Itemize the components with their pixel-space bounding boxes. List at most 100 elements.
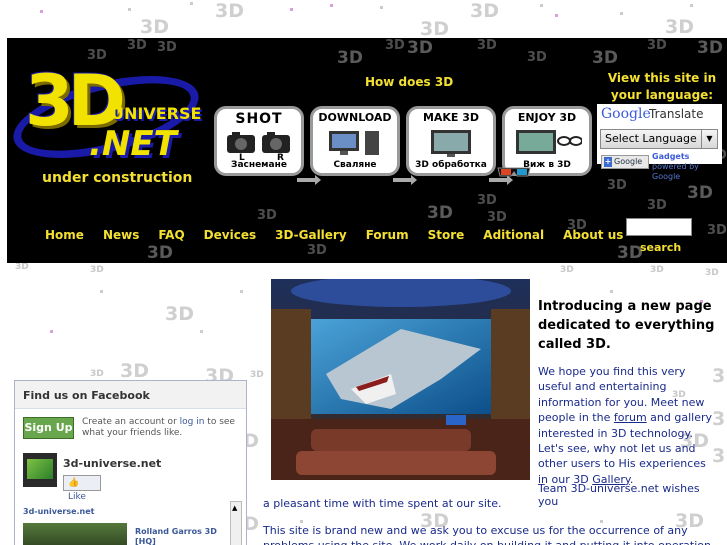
pattern-dot xyxy=(290,8,293,11)
add-gadget-label: Google xyxy=(614,157,643,166)
logo-universe: UNIVERSE xyxy=(111,104,202,123)
prompt-text: Create an account or xyxy=(82,417,180,427)
step-caption: Заснемане xyxy=(231,160,287,170)
nav-about-us[interactable]: About us xyxy=(563,228,623,242)
site-header: 3D 3D 3D 3D 3D 3D 3D 3D 3D 3D 3D 3D 3D 3D 3D 3D 3D 3D 3D 3D… xyxy=(7,38,727,263)
nav-aditional[interactable]: Aditional xyxy=(483,228,544,242)
watermark-3d: 3D xyxy=(250,370,264,380)
nav-3d-gallery[interactable]: 3D-Gallery xyxy=(275,228,347,242)
like-label: Like xyxy=(68,492,86,502)
pattern-dot xyxy=(190,2,193,5)
feed-scrollbar[interactable]: ▲ xyxy=(230,501,242,545)
watermark-3d: 3D xyxy=(165,303,194,325)
camera-pair-icon xyxy=(227,132,290,153)
facebook-login-link[interactable]: log in xyxy=(180,417,205,427)
pattern-dot xyxy=(610,290,613,293)
step-arrow xyxy=(393,175,417,185)
header-watermark-3d: 3D xyxy=(385,38,405,53)
video-thumbnail[interactable] xyxy=(23,523,127,545)
header-watermark-3d: 3D xyxy=(647,38,667,53)
pattern-dot xyxy=(555,14,558,17)
forum-link[interactable]: forum xyxy=(614,411,647,424)
facebook-box-title: Find us on Facebook xyxy=(15,381,246,409)
facebook-page-name[interactable]: 3d-universe.net xyxy=(63,457,161,470)
facebook-like-box: Find us on Facebook Sign Up Create an ac… xyxy=(14,380,247,545)
under-construction-label: under construction xyxy=(42,170,193,186)
pattern-dot xyxy=(128,8,131,11)
watermark-3d: 3D xyxy=(420,18,449,40)
powered-by-label: powered by Google xyxy=(652,162,699,181)
watermark-3d: 3D xyxy=(705,268,719,278)
nav-devices[interactable]: Devices xyxy=(204,228,256,242)
step-download: DOWNLOAD Сваляне xyxy=(310,106,400,176)
header-watermark-3d: 3D xyxy=(687,183,713,203)
watermark-3d: 3D xyxy=(15,262,29,272)
search-input[interactable] xyxy=(626,218,692,236)
watermark-3d: 3D xyxy=(90,265,104,275)
step-caption: Сваляне xyxy=(333,160,377,170)
header-watermark-3d: 3D xyxy=(647,198,667,213)
header-watermark-3d: 3D xyxy=(477,193,497,208)
watermark-3d: 3D xyxy=(90,369,104,379)
header-watermark-3d: 3D xyxy=(527,50,547,65)
language-select-value: Select Language xyxy=(605,132,697,145)
header-watermark-3d: 3D xyxy=(307,243,327,258)
facebook-login-prompt: Create an account or log in to see what … xyxy=(82,417,242,439)
pattern-dot xyxy=(40,10,43,13)
search-button[interactable]: search xyxy=(640,241,681,254)
pleasant-time-text: a pleasant time with time spent at our s… xyxy=(263,497,502,510)
step-title: MAKE 3D xyxy=(422,111,480,124)
home-theater-shark-image xyxy=(271,279,530,480)
logo-net: .NET xyxy=(89,124,177,164)
header-watermark-3d: 3D xyxy=(257,208,277,223)
header-watermark-3d: 3D xyxy=(407,38,433,58)
translate-label: Translate xyxy=(649,107,704,121)
main-nav: Home News FAQ Devices 3D-Gallery Forum S… xyxy=(45,228,623,242)
pattern-dot xyxy=(240,290,243,293)
step-caption: 3D обработка xyxy=(415,160,487,170)
pattern-dot xyxy=(620,12,623,15)
facebook-like-button[interactable]: 👍 Like xyxy=(63,475,101,502)
watermark-3d: 3D xyxy=(120,360,149,382)
header-watermark-3d: 3D xyxy=(127,38,147,53)
step-arrow xyxy=(297,175,321,185)
add-google-gadget-button[interactable]: Google xyxy=(601,155,649,169)
new-site-notice: This site is brand new and we ask you to… xyxy=(263,524,714,545)
nav-forum[interactable]: Forum xyxy=(366,228,409,242)
3d-glasses-icon xyxy=(497,167,531,177)
watermark-3d: 3D xyxy=(215,0,244,22)
watermark-3d: 3D xyxy=(560,265,574,275)
nav-faq[interactable]: FAQ xyxy=(158,228,184,242)
video-title-link[interactable]: Rolland Garros 3D [HQ] xyxy=(135,527,227,545)
site-logo[interactable]: 3D UNIVERSE .NET xyxy=(7,52,211,177)
watermark-3d: 3D xyxy=(665,16,694,38)
step-make-3d: MAKE 3D 3D обработка xyxy=(406,106,496,176)
header-watermark-3d: 3D xyxy=(487,210,507,225)
facebook-signup-button[interactable]: Sign Up xyxy=(23,417,74,439)
watermark-3d: 3D xyxy=(470,0,499,22)
pattern-dot xyxy=(50,330,53,333)
nav-home[interactable]: Home xyxy=(45,228,84,242)
facebook-page-avatar[interactable] xyxy=(23,453,57,487)
header-watermark-3d: 3D xyxy=(477,38,497,53)
thumbs-up-icon: 👍 xyxy=(68,478,80,488)
header-watermark-3d: 3D xyxy=(427,203,453,223)
step-shot: SHOT L R Заснемане xyxy=(214,106,304,176)
pattern-dot xyxy=(200,330,203,333)
pattern-dot xyxy=(100,290,103,293)
pattern-dot xyxy=(540,4,543,7)
team-wishes-text: Team 3D-universe.net wishes you xyxy=(538,482,700,508)
chevron-down-icon: ▼ xyxy=(701,130,717,148)
how-does-3d-heading: How does 3D xyxy=(365,75,454,89)
intro-heading: Introducing a new page dedicated to ever… xyxy=(538,299,715,352)
header-watermark-3d: 3D xyxy=(607,178,627,193)
facebook-feed-source[interactable]: 3d-universe.net xyxy=(23,507,95,516)
step-title: SHOT xyxy=(235,111,283,127)
pattern-dot xyxy=(380,6,383,9)
header-watermark-3d: 3D xyxy=(707,223,727,238)
language-select[interactable]: Select Language ▼ xyxy=(600,129,718,149)
nav-store[interactable]: Store xyxy=(428,228,465,242)
nav-news[interactable]: News xyxy=(103,228,139,242)
monitor-icon xyxy=(431,130,471,157)
gadgets-link[interactable]: Gadgets xyxy=(652,152,689,161)
